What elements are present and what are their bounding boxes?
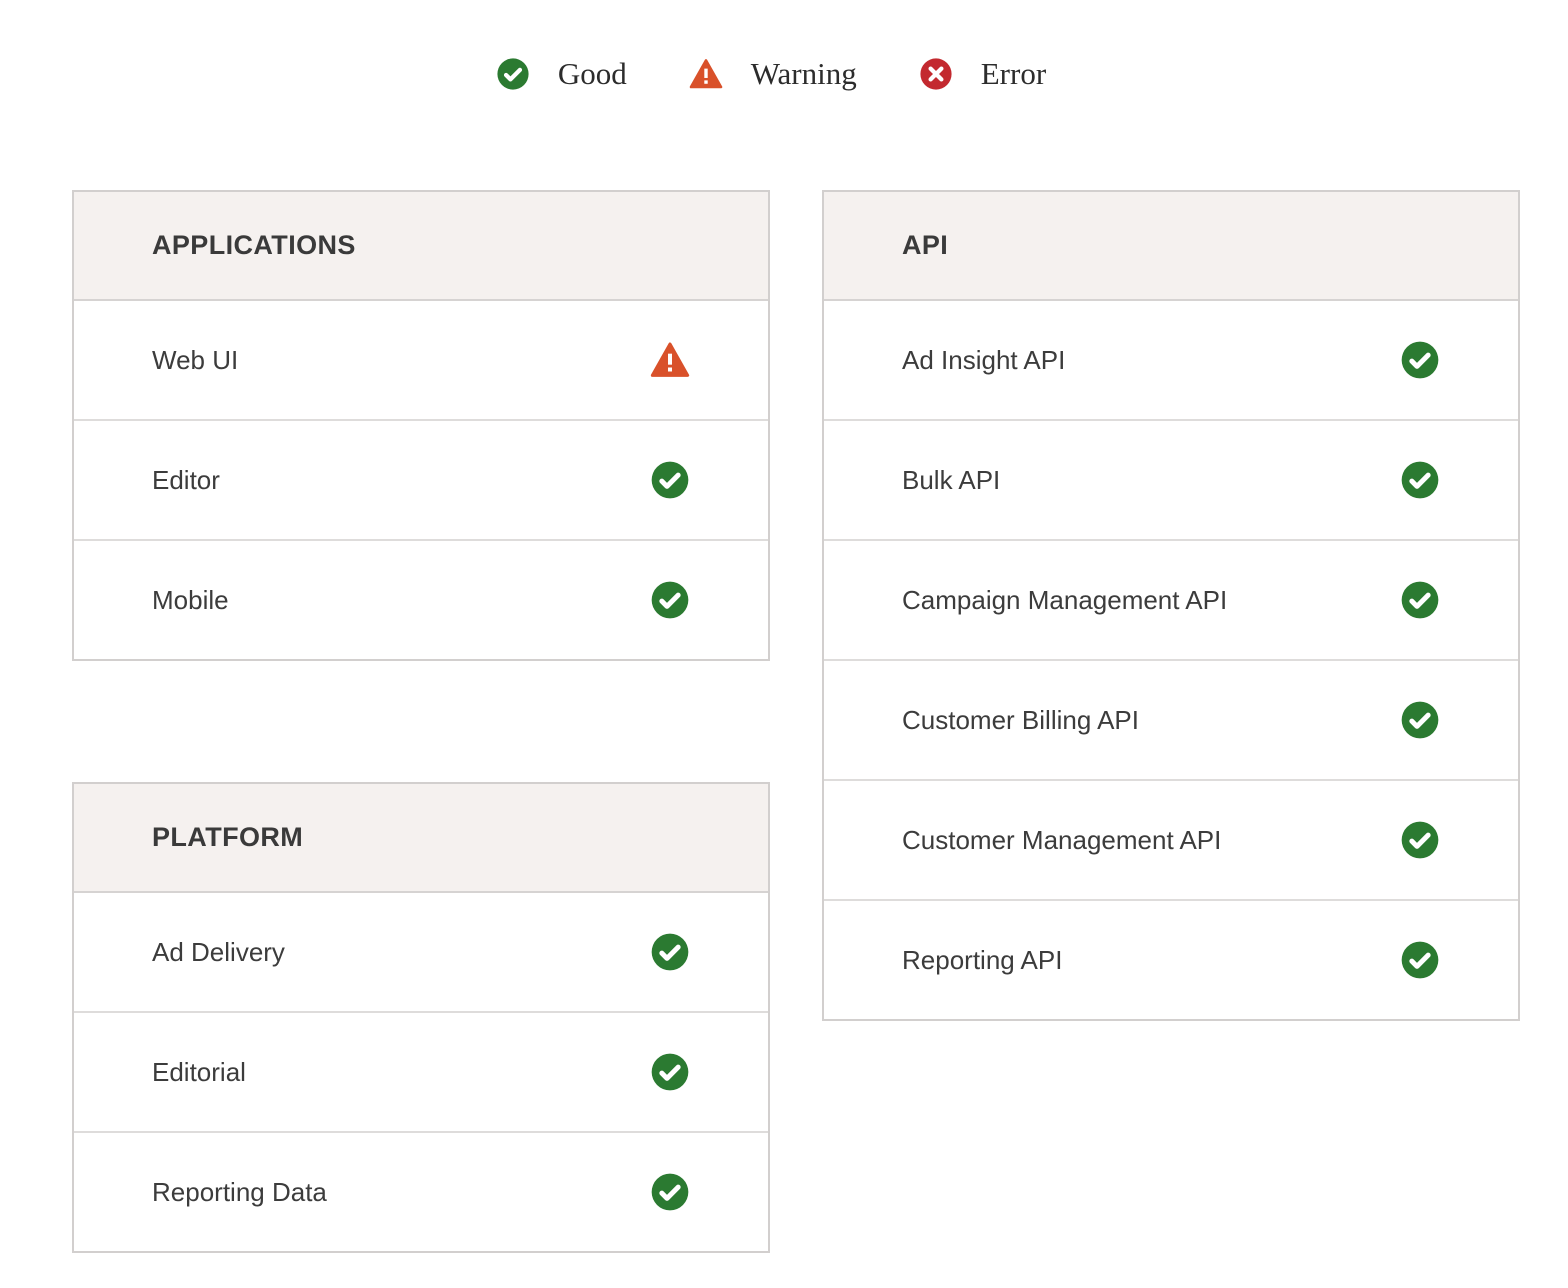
- service-name: Ad Delivery: [152, 937, 285, 968]
- platform-table: PLATFORM Ad Delivery Editorial Reporting D…: [72, 782, 770, 1253]
- table-row: Reporting API: [824, 901, 1518, 1019]
- warning-triangle-icon: [650, 340, 690, 380]
- warning-triangle-icon: [689, 57, 723, 91]
- good-check-circle-icon: [1400, 580, 1440, 620]
- table-row: Bulk API: [824, 421, 1518, 541]
- table-row: Campaign Management API: [824, 541, 1518, 661]
- legend-label: Good: [558, 56, 627, 92]
- platform-table-title: PLATFORM: [74, 784, 768, 893]
- good-check-circle-icon: [650, 580, 690, 620]
- service-name: Reporting API: [902, 945, 1062, 976]
- table-row: Customer Billing API: [824, 661, 1518, 781]
- service-name: Campaign Management API: [902, 585, 1227, 616]
- legend-label: Warning: [751, 56, 857, 92]
- good-check-circle-icon: [650, 1052, 690, 1092]
- table-row: Reporting Data: [74, 1133, 768, 1251]
- good-check-circle-icon: [650, 932, 690, 972]
- api-table-title: API: [824, 192, 1518, 301]
- table-row: Web UI: [74, 301, 768, 421]
- table-row: Ad Delivery: [74, 893, 768, 1013]
- table-row: Ad Insight API: [824, 301, 1518, 421]
- api-table: API Ad Insight API Bulk API Campaign Manag…: [822, 190, 1520, 1021]
- service-name: Web UI: [152, 345, 238, 376]
- service-name: Mobile: [152, 585, 229, 616]
- service-name: Editorial: [152, 1057, 246, 1088]
- left-column: APPLICATIONS Web UI Editor Mobile PLATFORM…: [72, 190, 770, 1253]
- service-name: Bulk API: [902, 465, 1000, 496]
- status-legend: Good Warning Error: [0, 56, 1542, 92]
- good-check-circle-icon: [1400, 820, 1440, 860]
- legend-label: Error: [981, 56, 1046, 92]
- service-name: Ad Insight API: [902, 345, 1065, 376]
- good-check-circle-icon: [1400, 940, 1440, 980]
- legend-item-good: Good: [496, 56, 627, 92]
- applications-table-title: APPLICATIONS: [74, 192, 768, 301]
- service-name: Editor: [152, 465, 220, 496]
- good-check-circle-icon: [1400, 700, 1440, 740]
- error-x-circle-icon: [919, 57, 953, 91]
- table-row: Mobile: [74, 541, 768, 659]
- status-tables: APPLICATIONS Web UI Editor Mobile PLATFORM…: [72, 190, 1520, 1253]
- good-check-circle-icon: [1400, 340, 1440, 380]
- good-check-circle-icon: [496, 57, 530, 91]
- service-name: Customer Management API: [902, 825, 1221, 856]
- good-check-circle-icon: [1400, 460, 1440, 500]
- table-row: Editor: [74, 421, 768, 541]
- applications-table: APPLICATIONS Web UI Editor Mobile: [72, 190, 770, 661]
- service-name: Reporting Data: [152, 1177, 327, 1208]
- legend-item-error: Error: [919, 56, 1046, 92]
- table-row: Editorial: [74, 1013, 768, 1133]
- table-row: Customer Management API: [824, 781, 1518, 901]
- good-check-circle-icon: [650, 1172, 690, 1212]
- right-column: API Ad Insight API Bulk API Campaign Manag…: [822, 190, 1520, 1253]
- legend-item-warning: Warning: [689, 56, 857, 92]
- good-check-circle-icon: [650, 460, 690, 500]
- service-name: Customer Billing API: [902, 705, 1139, 736]
